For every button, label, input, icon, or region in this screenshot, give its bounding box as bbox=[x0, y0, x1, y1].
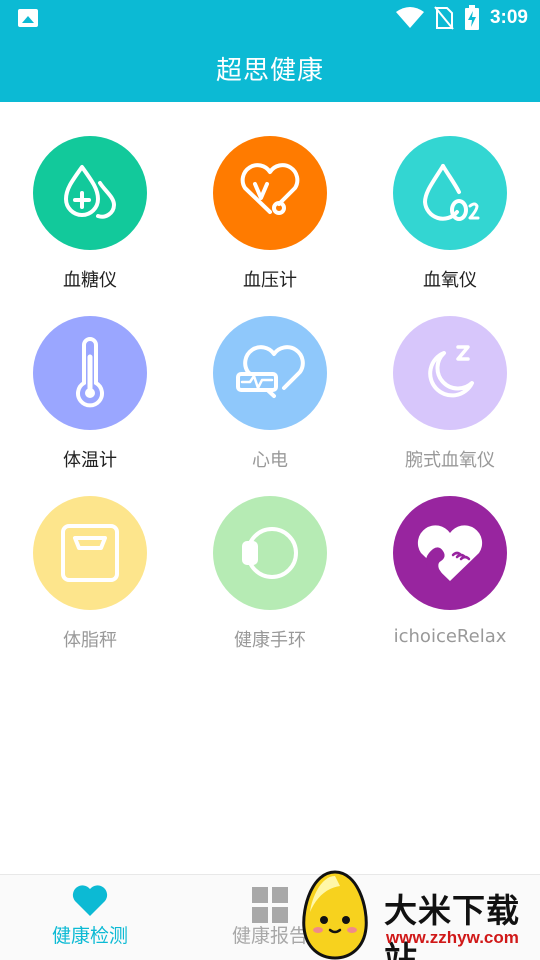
device-circle bbox=[33, 496, 147, 610]
device-tile-blood-pressure[interactable]: 血压计 bbox=[180, 136, 360, 306]
device-tile-smart-band[interactable]: 健康手环 bbox=[180, 496, 360, 666]
device-label: 体温计 bbox=[63, 450, 117, 471]
device-label: 体脂秤 bbox=[63, 630, 117, 651]
device-label: 血氧仪 bbox=[423, 270, 477, 291]
grid-icon bbox=[252, 887, 288, 923]
watermark-title: 大米下载站 bbox=[384, 891, 520, 960]
moon-sleep-icon bbox=[428, 345, 474, 398]
battery-charging-icon bbox=[464, 5, 479, 30]
blood-oxygen-icon bbox=[423, 164, 480, 221]
watermark: 大米下载站 www.zzhyw.com bbox=[296, 866, 540, 960]
device-tile-wrist-oximeter[interactable]: 腕式血氧仪 bbox=[360, 316, 540, 486]
device-label: 健康手环 bbox=[234, 630, 306, 651]
page-title: 超思健康 bbox=[215, 56, 324, 86]
device-tile-blood-glucose[interactable]: 血糖仪 bbox=[0, 136, 180, 306]
relax-heart-icon bbox=[417, 525, 483, 581]
device-circle bbox=[33, 316, 147, 430]
status-bar: 3:09 bbox=[0, 0, 540, 36]
blood-pressure-icon bbox=[240, 163, 300, 215]
device-circle bbox=[393, 496, 507, 610]
app-header: 3:09 超思健康 bbox=[0, 0, 540, 102]
device-tile-ecg[interactable]: 心电 bbox=[180, 316, 360, 486]
watermark-egg-logo bbox=[302, 870, 368, 960]
device-circle bbox=[213, 316, 327, 430]
gallery-icon bbox=[18, 9, 38, 27]
heart-icon bbox=[72, 885, 108, 916]
device-label: 腕式血氧仪 bbox=[405, 450, 495, 471]
device-tile-blood-oxygen[interactable]: 血氧仪 bbox=[360, 136, 540, 306]
wifi-icon bbox=[395, 7, 424, 28]
device-label: 血压计 bbox=[243, 270, 297, 291]
tab-label: 健康检测 bbox=[51, 925, 128, 947]
device-label: 血糖仪 bbox=[63, 270, 117, 291]
device-circle bbox=[33, 136, 147, 250]
device-label: 心电 bbox=[252, 450, 288, 471]
device-tile-body-fat-scale[interactable]: 体脂秤 bbox=[0, 496, 180, 666]
device-tile-ichoice-relax[interactable]: ichoiceRelax bbox=[360, 496, 540, 666]
blood-glucose-icon bbox=[64, 165, 116, 219]
device-circle bbox=[393, 316, 507, 430]
ecg-heart-icon bbox=[236, 345, 305, 398]
tab-health-check[interactable]: 健康检测 bbox=[0, 875, 180, 960]
status-time: 3:09 bbox=[489, 7, 528, 28]
watermark-url: www.zzhyw.com bbox=[386, 928, 519, 947]
scale-icon bbox=[61, 524, 119, 582]
device-label: ichoiceRelax bbox=[393, 626, 507, 647]
device-circle bbox=[213, 136, 327, 250]
thermometer-icon bbox=[76, 337, 104, 408]
no-sim-icon bbox=[434, 6, 454, 30]
device-tile-thermometer[interactable]: 体温计 bbox=[0, 316, 180, 486]
device-circle bbox=[213, 496, 327, 610]
device-circle bbox=[393, 136, 507, 250]
band-icon bbox=[242, 527, 298, 579]
